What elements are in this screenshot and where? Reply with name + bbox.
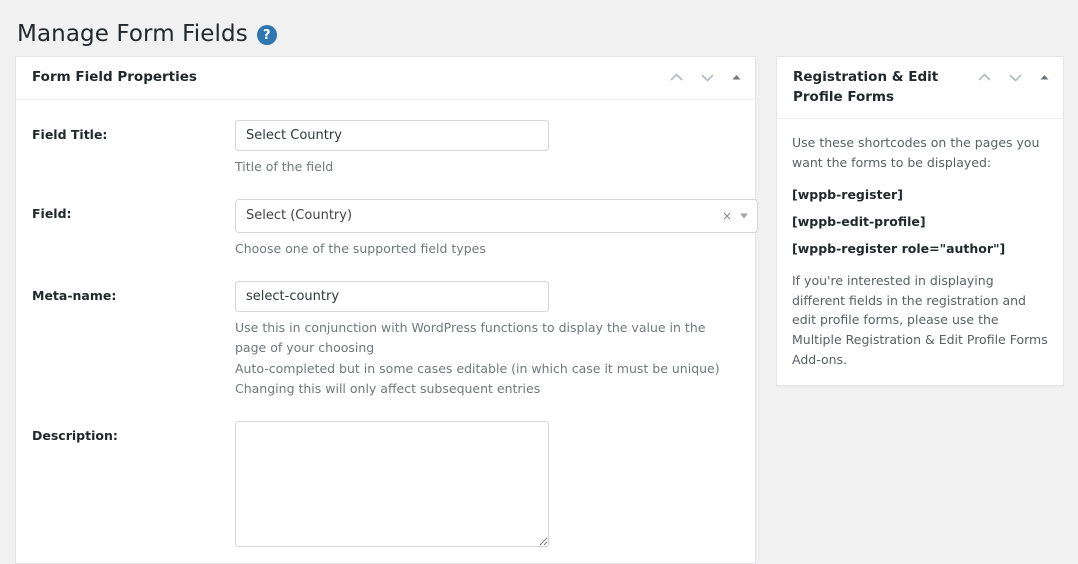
panel-title: Form Field Properties	[32, 69, 197, 85]
description-row: Description:	[32, 421, 739, 548]
page-columns: Form Field Properties Field Title: Selec…	[0, 56, 1078, 564]
field-type-field: Select (Country) × Choose one of the sup…	[235, 198, 758, 259]
sidebar-column: Registration & Edit Profile Forms Use th…	[776, 56, 1064, 386]
meta-name-field: Use this in conjunction with WordPress f…	[235, 281, 739, 399]
chevron-down-icon[interactable]	[1007, 69, 1024, 86]
registration-forms-panel: Registration & Edit Profile Forms Use th…	[776, 56, 1064, 386]
field-title-field: Title of the field	[235, 119, 739, 177]
page-header: Manage Form Fields ?	[0, 0, 1078, 56]
hint-line: Use this in conjunction with WordPress f…	[235, 320, 706, 356]
shortcode-list: [wppb-register] [wppb-edit-profile] [wpp…	[792, 185, 1048, 259]
chevron-down-icon[interactable]	[740, 213, 748, 219]
meta-name-hints: Use this in conjunction with WordPress f…	[235, 318, 739, 399]
field-type-selected-value: Select (Country)	[246, 208, 353, 224]
sidebar-header-actions	[976, 68, 1051, 86]
field-type-select[interactable]: Select (Country) ×	[235, 198, 758, 233]
panel-header-actions	[668, 68, 743, 86]
field-title-row: Field Title: Title of the field	[32, 119, 739, 177]
sidebar-panel-title: Registration & Edit Profile Forms	[793, 69, 939, 105]
clear-selection-icon[interactable]: ×	[722, 210, 732, 222]
registration-forms-body: Use these shortcodes on the pages you wa…	[777, 119, 1063, 384]
triangle-up-icon[interactable]	[1038, 71, 1051, 84]
meta-name-row: Meta-name: Use this in conjunction with …	[32, 281, 739, 399]
chevron-up-icon[interactable]	[668, 69, 685, 86]
form-field-properties-panel: Form Field Properties Field Title: Selec…	[15, 56, 758, 564]
meta-name-input[interactable]	[235, 281, 549, 313]
hint-line: Changing this will only affect subsequen…	[235, 380, 541, 396]
question-mark-circle-icon[interactable]: ?	[256, 25, 277, 45]
hint-line: Auto-completed but in some cases editabl…	[235, 360, 720, 376]
description-textarea[interactable]	[235, 421, 549, 548]
registration-forms-header: Registration & Edit Profile Forms	[777, 57, 1063, 120]
field-type-hints: Choose one of the supported field types	[235, 239, 739, 259]
field-type-label: Field:	[32, 205, 72, 221]
hint-line: Title of the field	[235, 158, 334, 174]
page-title: Manage Form Fields	[17, 21, 248, 48]
chevron-down-icon[interactable]	[699, 69, 716, 86]
description-field	[235, 421, 739, 548]
form-field-properties-header: Form Field Properties	[16, 57, 755, 100]
shortcode-item[interactable]: [wppb-edit-profile]	[792, 212, 1048, 231]
field-title-label: Field Title:	[32, 126, 108, 142]
main-column: Form Field Properties Field Title: Selec…	[15, 56, 758, 564]
form-field-properties-body: Field Title: Title of the field Field: S…	[16, 100, 758, 564]
shortcode-item[interactable]: [wppb-register]	[792, 185, 1048, 204]
triangle-up-icon[interactable]	[730, 71, 743, 84]
shortcode-item[interactable]: [wppb-register role="author"]	[792, 239, 1048, 258]
description-label: Description:	[32, 428, 118, 444]
field-title-hints: Title of the field	[235, 157, 739, 177]
meta-name-label: Meta-name:	[32, 288, 117, 304]
field-title-input[interactable]	[235, 119, 549, 151]
field-type-row: Field: Select (Country) × Choose one of …	[32, 198, 758, 259]
shortcodes-intro: Use these shortcodes on the pages you wa…	[792, 135, 1040, 170]
chevron-up-icon[interactable]	[976, 69, 993, 86]
hint-line: Choose one of the supported field types	[235, 240, 486, 256]
addons-note: If you're interested in displaying diffe…	[792, 272, 1048, 367]
